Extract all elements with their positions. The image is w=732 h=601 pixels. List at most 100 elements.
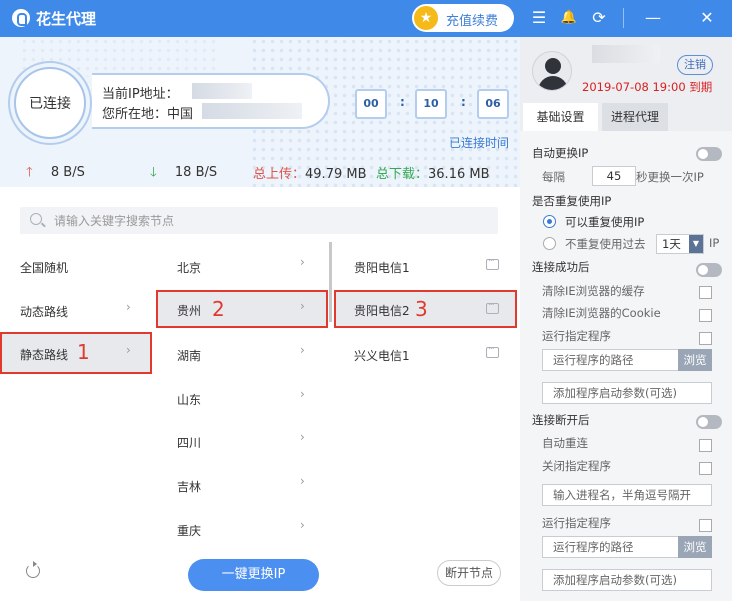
tab-process-proxy[interactable]: 进程代理 — [602, 103, 668, 131]
recharge-button[interactable]: ★ 充值续费 — [412, 4, 514, 32]
star-icon: ★ — [414, 6, 438, 30]
annotation-number-3: 3 — [415, 297, 428, 321]
tab-basic-settings[interactable]: 基础设置 — [523, 103, 598, 131]
province-shandong[interactable]: 山东 — [177, 391, 201, 408]
download-arrow-icon: 🡓 — [150, 165, 157, 180]
browse-button-2[interactable]: 浏览 — [678, 536, 712, 558]
chevron-right-icon: › — [126, 300, 131, 314]
program-args-field[interactable]: 添加程序启动参数(可选) — [542, 382, 712, 404]
node-search-input[interactable] — [54, 211, 484, 230]
chevron-right-icon: › — [300, 255, 305, 269]
menu-icon[interactable]: ☰ — [528, 6, 550, 30]
node-search-bar[interactable] — [20, 207, 498, 234]
province-hunan[interactable]: 湖南 — [177, 347, 201, 364]
app-logo-icon — [12, 9, 30, 27]
program-path-placeholder: 运行程序的路径 — [553, 353, 634, 367]
username-redacted — [592, 45, 660, 63]
location-label: 您所在地：中国 — [102, 107, 194, 122]
chevron-right-icon: › — [126, 343, 131, 357]
connection-status-panel: 当前IP地址： 您所在地：中国 已连接 00 : 10 : 06 已连接时间 🡑… — [0, 37, 520, 187]
timer-colon: : — [400, 95, 405, 109]
timer-seconds: 06 — [477, 89, 509, 119]
connected-label: 已连接 — [29, 96, 71, 112]
total-upload: 总上传：49.79 MB — [253, 163, 367, 182]
connection-status-circle: 已连接 — [14, 67, 86, 139]
refresh-icon[interactable] — [26, 561, 40, 578]
province-guizhou[interactable]: 贵州 — [177, 302, 201, 319]
chevron-right-icon: › — [300, 518, 305, 532]
support-icon[interactable]: ⟳ — [588, 6, 610, 30]
reuse-ip-yes-radio[interactable] — [543, 215, 556, 228]
node-xingyi-telecom-1[interactable]: 兴义电信1 — [354, 347, 410, 364]
timer-hours: 00 — [355, 89, 387, 119]
clear-ie-cookie-label: 清除IE浏览器的Cookie — [542, 306, 661, 320]
browse-button[interactable]: 浏览 — [678, 349, 712, 371]
program-path-field-2[interactable]: 运行程序的路径 浏览 — [542, 536, 712, 558]
logout-button[interactable]: 注销 — [677, 55, 713, 75]
chevron-right-icon: › — [300, 387, 305, 401]
process-name-field[interactable]: 输入进程名，半角逗号隔开 — [542, 484, 712, 506]
close-program-label: 关闭指定程序 — [542, 459, 611, 473]
current-ip-label: 当前IP地址： — [102, 87, 179, 102]
clear-ie-cache-label: 清除IE浏览器的缓存 — [542, 284, 645, 298]
run-program-checkbox[interactable] — [699, 332, 712, 345]
chevron-right-icon: › — [300, 430, 305, 444]
avatar[interactable] — [532, 51, 572, 91]
node-guiyang-telecom-1[interactable]: 贵阳电信1 — [354, 259, 410, 276]
connected-time-label: 已连接时间 — [449, 136, 510, 150]
total-upload-label: 总上传： — [253, 167, 306, 182]
switch-ip-button[interactable]: 一键更换IP — [188, 559, 319, 591]
node-guiyang-telecom-2[interactable]: 贵阳电信2 — [354, 302, 410, 319]
avatar-body — [538, 76, 568, 90]
minimize-icon[interactable]: — — [642, 6, 664, 30]
run-program-checkbox-2[interactable] — [699, 519, 712, 532]
titlebar-divider — [623, 8, 624, 28]
auto-switch-ip-toggle[interactable] — [696, 147, 722, 161]
program-path-field[interactable]: 运行程序的路径 浏览 — [542, 349, 712, 371]
node-comment-icon[interactable] — [486, 342, 499, 358]
connection-status-ring[interactable]: 已连接 — [8, 61, 92, 145]
days-select-value: 1天 — [662, 237, 681, 251]
province-list-scrollbar[interactable] — [329, 242, 332, 322]
chevron-right-icon: › — [300, 343, 305, 357]
location-redacted — [202, 103, 302, 119]
clear-ie-cookie-checkbox[interactable] — [699, 309, 712, 322]
expiry-date: 2019-07-08 19:00 到期 — [582, 80, 713, 94]
close-program-checkbox[interactable] — [699, 462, 712, 475]
node-comment-icon[interactable] — [486, 254, 499, 270]
days-select[interactable]: 1天 ▼ — [656, 234, 704, 254]
province-jilin[interactable]: 吉林 — [177, 478, 201, 495]
on-disconnect-toggle[interactable] — [696, 415, 722, 429]
auto-reconnect-label: 自动重连 — [542, 436, 588, 450]
reuse-ip-no-radio[interactable] — [543, 237, 556, 250]
on-connect-toggle[interactable] — [696, 263, 722, 277]
chevron-right-icon: › — [300, 474, 305, 488]
avatar-head — [545, 58, 561, 74]
province-chongqing[interactable]: 重庆 — [177, 522, 201, 539]
category-dynamic-route[interactable]: 动态路线 — [20, 303, 68, 320]
node-comment-icon[interactable] — [486, 298, 499, 314]
disconnect-node-button[interactable]: 断开节点 — [437, 560, 501, 586]
close-icon[interactable]: ✕ — [696, 6, 718, 30]
total-upload-value: 49.79 MB — [305, 167, 367, 182]
category-nationwide-random[interactable]: 全国随机 — [20, 259, 68, 276]
download-speed: 🡓 18 B/S — [150, 163, 217, 185]
settings-pane: 注销 2019-07-08 19:00 到期 基础设置 进程代理 自动更换IP … — [520, 37, 732, 601]
program-path-placeholder-2: 运行程序的路径 — [553, 540, 634, 554]
on-connect-label: 连接成功后 — [532, 260, 590, 274]
main-pane: 当前IP地址： 您所在地：中国 已连接 00 : 10 : 06 已连接时间 🡑… — [0, 37, 520, 601]
ip-info-box: 当前IP地址： 您所在地：中国 — [92, 73, 330, 129]
province-beijing[interactable]: 北京 — [177, 259, 201, 276]
clear-ie-cache-checkbox[interactable] — [699, 286, 712, 299]
category-static-route[interactable]: 静态路线 — [20, 346, 68, 363]
reuse-ip-label: 是否重复使用IP — [532, 194, 612, 208]
interval-suffix-label: 秒更换一次IP — [636, 170, 704, 184]
title-bar: 花生代理 ★ 充值续费 ☰ 🔔 ⟳ — ✕ — [0, 0, 732, 37]
timer-minutes: 10 — [415, 89, 447, 119]
province-sichuan[interactable]: 四川 — [177, 434, 201, 451]
recharge-label: 充值续费 — [446, 14, 499, 29]
interval-seconds-input[interactable]: 45 — [592, 166, 636, 186]
bell-icon[interactable]: 🔔 — [558, 6, 580, 30]
program-args-field-2[interactable]: 添加程序启动参数(可选) — [542, 569, 712, 591]
auto-reconnect-checkbox[interactable] — [699, 439, 712, 452]
